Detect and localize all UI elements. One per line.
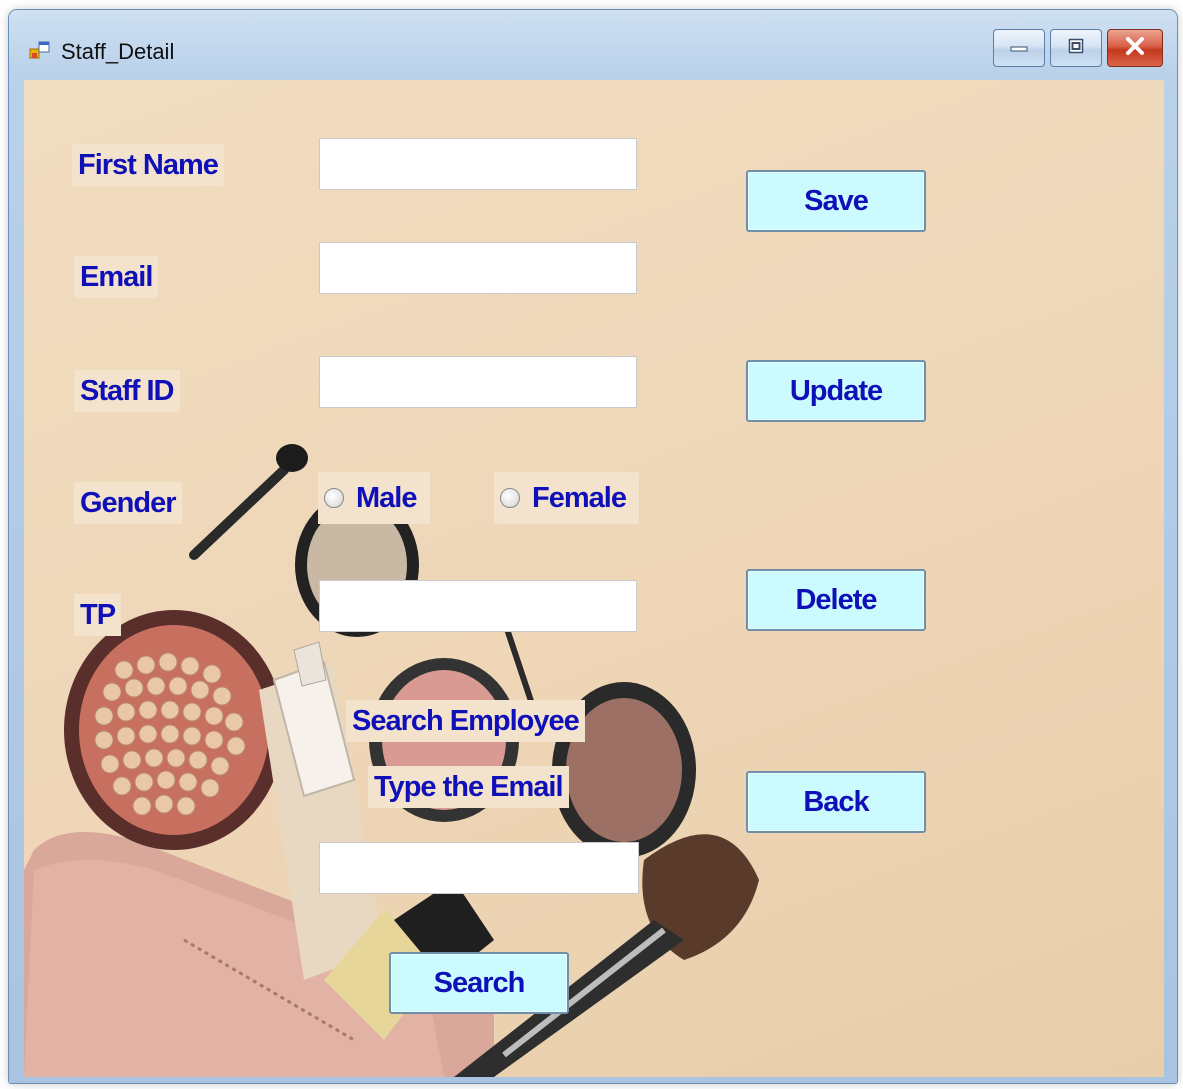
update-button[interactable]: Update bbox=[746, 360, 926, 422]
radio-circle-icon bbox=[500, 488, 520, 508]
gender-female-label: Female bbox=[532, 481, 627, 514]
save-button[interactable]: Save bbox=[746, 170, 926, 232]
close-icon bbox=[1125, 36, 1145, 60]
staff-detail-window: Staff_Detail First Name Email Staff ID G… bbox=[9, 10, 1177, 1083]
search-email-input[interactable] bbox=[319, 842, 639, 894]
first-name-input[interactable] bbox=[319, 138, 637, 190]
app-icon bbox=[29, 40, 51, 62]
cosmetics-background-image bbox=[24, 444, 759, 1077]
email-input[interactable] bbox=[319, 242, 637, 294]
radio-circle-icon bbox=[324, 488, 344, 508]
gender-label: Gender bbox=[74, 482, 182, 524]
title-bar[interactable]: Staff_Detail bbox=[9, 10, 1177, 80]
caption-buttons bbox=[993, 29, 1163, 67]
tp-input[interactable] bbox=[319, 580, 637, 632]
type-email-hint: Type the Email bbox=[368, 766, 569, 808]
window-title: Staff_Detail bbox=[61, 39, 175, 64]
staff-id-input[interactable] bbox=[319, 356, 637, 408]
back-button[interactable]: Back bbox=[746, 771, 926, 833]
search-employee-heading: Search Employee bbox=[346, 700, 585, 742]
minimize-icon bbox=[1010, 39, 1028, 57]
first-name-label: First Name bbox=[72, 144, 224, 186]
maximize-button[interactable] bbox=[1050, 29, 1102, 67]
staff-id-label: Staff ID bbox=[74, 370, 180, 412]
email-label: Email bbox=[74, 256, 159, 298]
tp-label: TP bbox=[74, 594, 122, 636]
minimize-button[interactable] bbox=[993, 29, 1045, 67]
gender-male-radio[interactable]: Male bbox=[318, 472, 430, 524]
search-button[interactable]: Search bbox=[389, 952, 569, 1014]
close-button[interactable] bbox=[1107, 29, 1163, 67]
delete-button[interactable]: Delete bbox=[746, 569, 926, 631]
gender-male-label: Male bbox=[356, 481, 417, 514]
maximize-icon bbox=[1068, 38, 1084, 59]
gender-female-radio[interactable]: Female bbox=[494, 472, 639, 524]
form-client-area: First Name Email Staff ID Gender TP Male… bbox=[24, 80, 1164, 1077]
